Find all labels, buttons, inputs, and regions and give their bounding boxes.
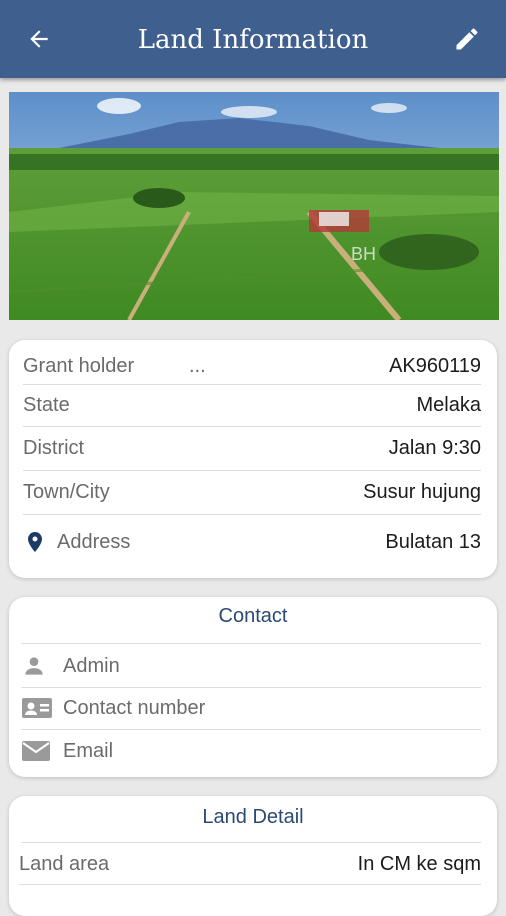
state-row: State Melaka xyxy=(23,384,481,427)
town-label: Town/City xyxy=(23,480,110,503)
map-pin-icon xyxy=(28,532,42,552)
state-label: State xyxy=(23,393,70,416)
district-label: District xyxy=(23,436,85,459)
town-value: Susur hujung xyxy=(363,480,481,503)
grant-holder-ellipsis: ... xyxy=(189,354,206,377)
contact-number-label: Contact number xyxy=(63,696,206,719)
grant-holder-row: Grant holder ... AK960119 xyxy=(23,348,481,385)
land-info-card: Grant holder ... AK960119 State Melaka D… xyxy=(9,340,497,578)
district-value: Jalan 9:30 xyxy=(388,436,481,459)
mail-icon xyxy=(22,741,50,761)
contact-card: Contact Admin Contact number Email xyxy=(9,597,497,777)
district-row: District Jalan 9:30 xyxy=(23,426,481,471)
land-area-row: Land area In CM ke sqm xyxy=(19,844,481,885)
land-detail-card: Land Detail Land area In CM ke sqm xyxy=(9,796,497,916)
contact-admin-row[interactable]: Admin xyxy=(21,645,481,688)
email-label: Email xyxy=(63,739,114,762)
grant-holder-label: Grant holder xyxy=(23,354,135,377)
state-value: Melaka xyxy=(416,393,481,416)
address-value: Bulatan 13 xyxy=(385,530,481,553)
admin-label: Admin xyxy=(63,654,120,677)
land-detail-section-title: Land Detail xyxy=(202,806,304,828)
page-title: Land Information xyxy=(137,25,369,55)
watermark-text: BH xyxy=(351,244,376,264)
contact-section-title: Contact xyxy=(218,605,288,627)
contact-email-row[interactable]: Email xyxy=(21,731,481,771)
land-photo: BH xyxy=(9,92,499,320)
address-row: Address Bulatan 13 xyxy=(23,518,481,566)
edit-button[interactable] xyxy=(450,22,484,56)
pencil-icon xyxy=(456,28,478,50)
person-icon xyxy=(25,657,43,675)
contact-card-icon xyxy=(22,698,52,718)
town-row: Town/City Susur hujung xyxy=(23,470,481,515)
app-bar: Land Information xyxy=(0,0,506,78)
contact-number-row[interactable]: Contact number xyxy=(21,687,481,730)
address-label: Address xyxy=(57,530,131,553)
land-area-label: Land area xyxy=(19,852,110,875)
land-area-value: In CM ke sqm xyxy=(357,852,481,875)
grant-holder-value: AK960119 xyxy=(389,354,481,377)
